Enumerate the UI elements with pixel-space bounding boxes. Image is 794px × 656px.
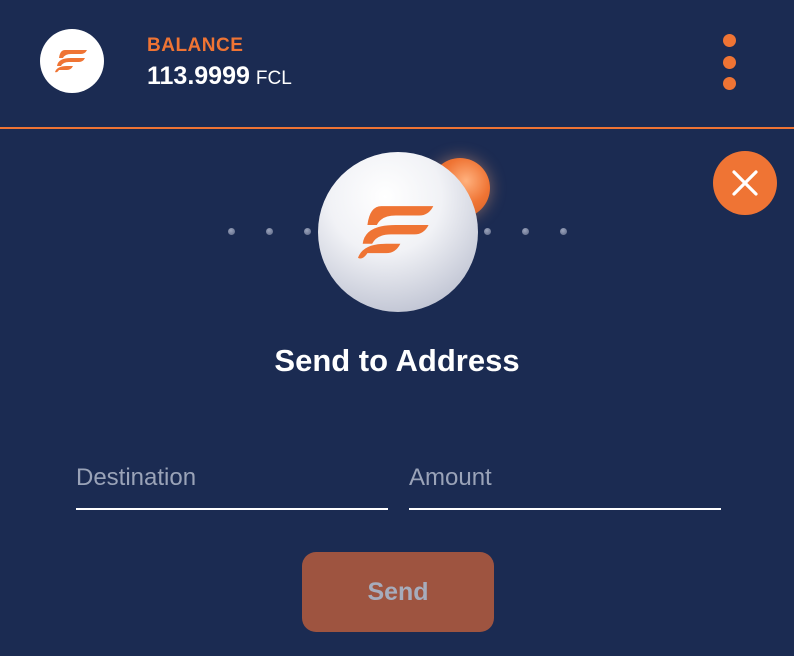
flow-logo-icon <box>358 206 434 259</box>
balance-label: BALANCE <box>147 35 244 56</box>
close-icon <box>732 170 758 196</box>
amount-input[interactable] <box>409 448 721 508</box>
flow-logo-icon <box>40 29 104 93</box>
decorative-dot <box>484 228 491 235</box>
menu-dot <box>722 77 736 90</box>
decorative-dot <box>304 228 311 235</box>
app-window: BALANCE 113.9999 FCL Send to Address Des… <box>0 0 794 656</box>
decorative-dot <box>266 228 273 235</box>
decorative-dot <box>560 228 567 235</box>
decorative-dot <box>522 228 529 235</box>
kebab-menu-icon[interactable] <box>716 34 742 90</box>
menu-dot <box>722 55 736 69</box>
page-title: Send to Address <box>274 343 520 378</box>
destination-field <box>76 448 388 510</box>
amount-field <box>409 448 721 510</box>
balance-amount: 113.9999 <box>147 62 250 90</box>
decorative-dot <box>228 228 235 235</box>
flow-planet <box>318 152 478 312</box>
send-button[interactable]: Send <box>302 552 494 632</box>
close-button[interactable] <box>713 151 777 215</box>
menu-dot <box>722 34 736 47</box>
destination-input[interactable] <box>76 448 388 508</box>
balance-value: 113.9999 FCL <box>147 62 292 91</box>
balance-unit: FCL <box>255 68 292 89</box>
header-bar: BALANCE 113.9999 FCL <box>0 0 794 129</box>
